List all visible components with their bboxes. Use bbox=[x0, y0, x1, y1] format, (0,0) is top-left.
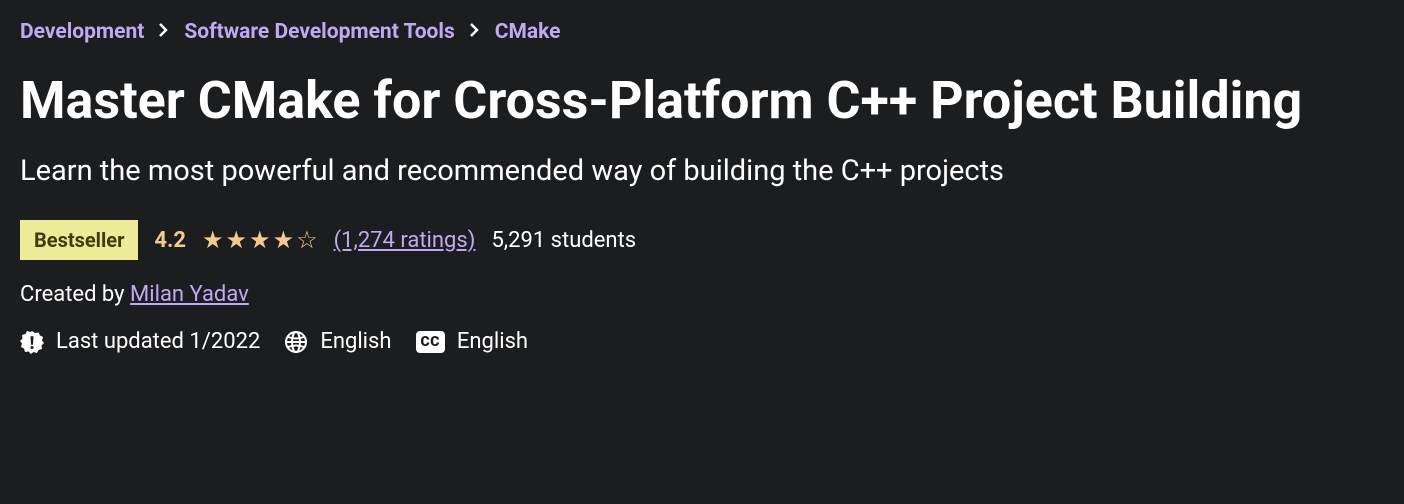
rating-stars: ★ ★ ★ ★ ☆ bbox=[202, 228, 318, 252]
star-icon: ★ bbox=[273, 228, 295, 252]
info-row: Last updated 1/2022 English CC English bbox=[20, 329, 1384, 354]
course-subtitle: Learn the most powerful and recommended … bbox=[20, 154, 1384, 188]
last-updated: Last updated 1/2022 bbox=[20, 329, 260, 354]
cc-icon: CC bbox=[416, 331, 445, 353]
breadcrumb-link-development[interactable]: Development bbox=[20, 20, 144, 44]
alert-icon bbox=[20, 330, 44, 354]
rating-value: 4.2 bbox=[154, 228, 186, 253]
breadcrumb-link-tools[interactable]: Software Development Tools bbox=[184, 20, 454, 44]
language-text: English bbox=[320, 329, 391, 354]
star-icon: ★ bbox=[202, 228, 224, 252]
creator-label: Created by bbox=[20, 282, 130, 307]
creator-row: Created by Milan Yadav bbox=[20, 282, 1384, 307]
star-icon: ★ bbox=[249, 228, 271, 252]
chevron-right-icon bbox=[469, 22, 481, 43]
ratings-link[interactable]: (1,274 ratings) bbox=[334, 228, 476, 253]
last-updated-text: Last updated 1/2022 bbox=[56, 329, 260, 354]
star-outline-icon: ☆ bbox=[296, 228, 318, 252]
course-title: Master CMake for Cross-Platform C++ Proj… bbox=[20, 70, 1320, 132]
creator-link[interactable]: Milan Yadav bbox=[130, 282, 249, 307]
language-info: English bbox=[284, 329, 391, 354]
bestseller-badge: Bestseller bbox=[20, 220, 138, 260]
breadcrumb-link-cmake[interactable]: CMake bbox=[495, 20, 561, 44]
students-count: 5,291 students bbox=[491, 228, 636, 253]
captions-info: CC English bbox=[416, 329, 529, 354]
chevron-right-icon bbox=[158, 22, 170, 43]
star-icon: ★ bbox=[226, 228, 248, 252]
captions-text: English bbox=[457, 329, 528, 354]
meta-row: Bestseller 4.2 ★ ★ ★ ★ ☆ (1,274 ratings)… bbox=[20, 220, 1384, 260]
breadcrumb: Development Software Development Tools C… bbox=[20, 20, 1384, 44]
globe-icon bbox=[284, 330, 308, 354]
